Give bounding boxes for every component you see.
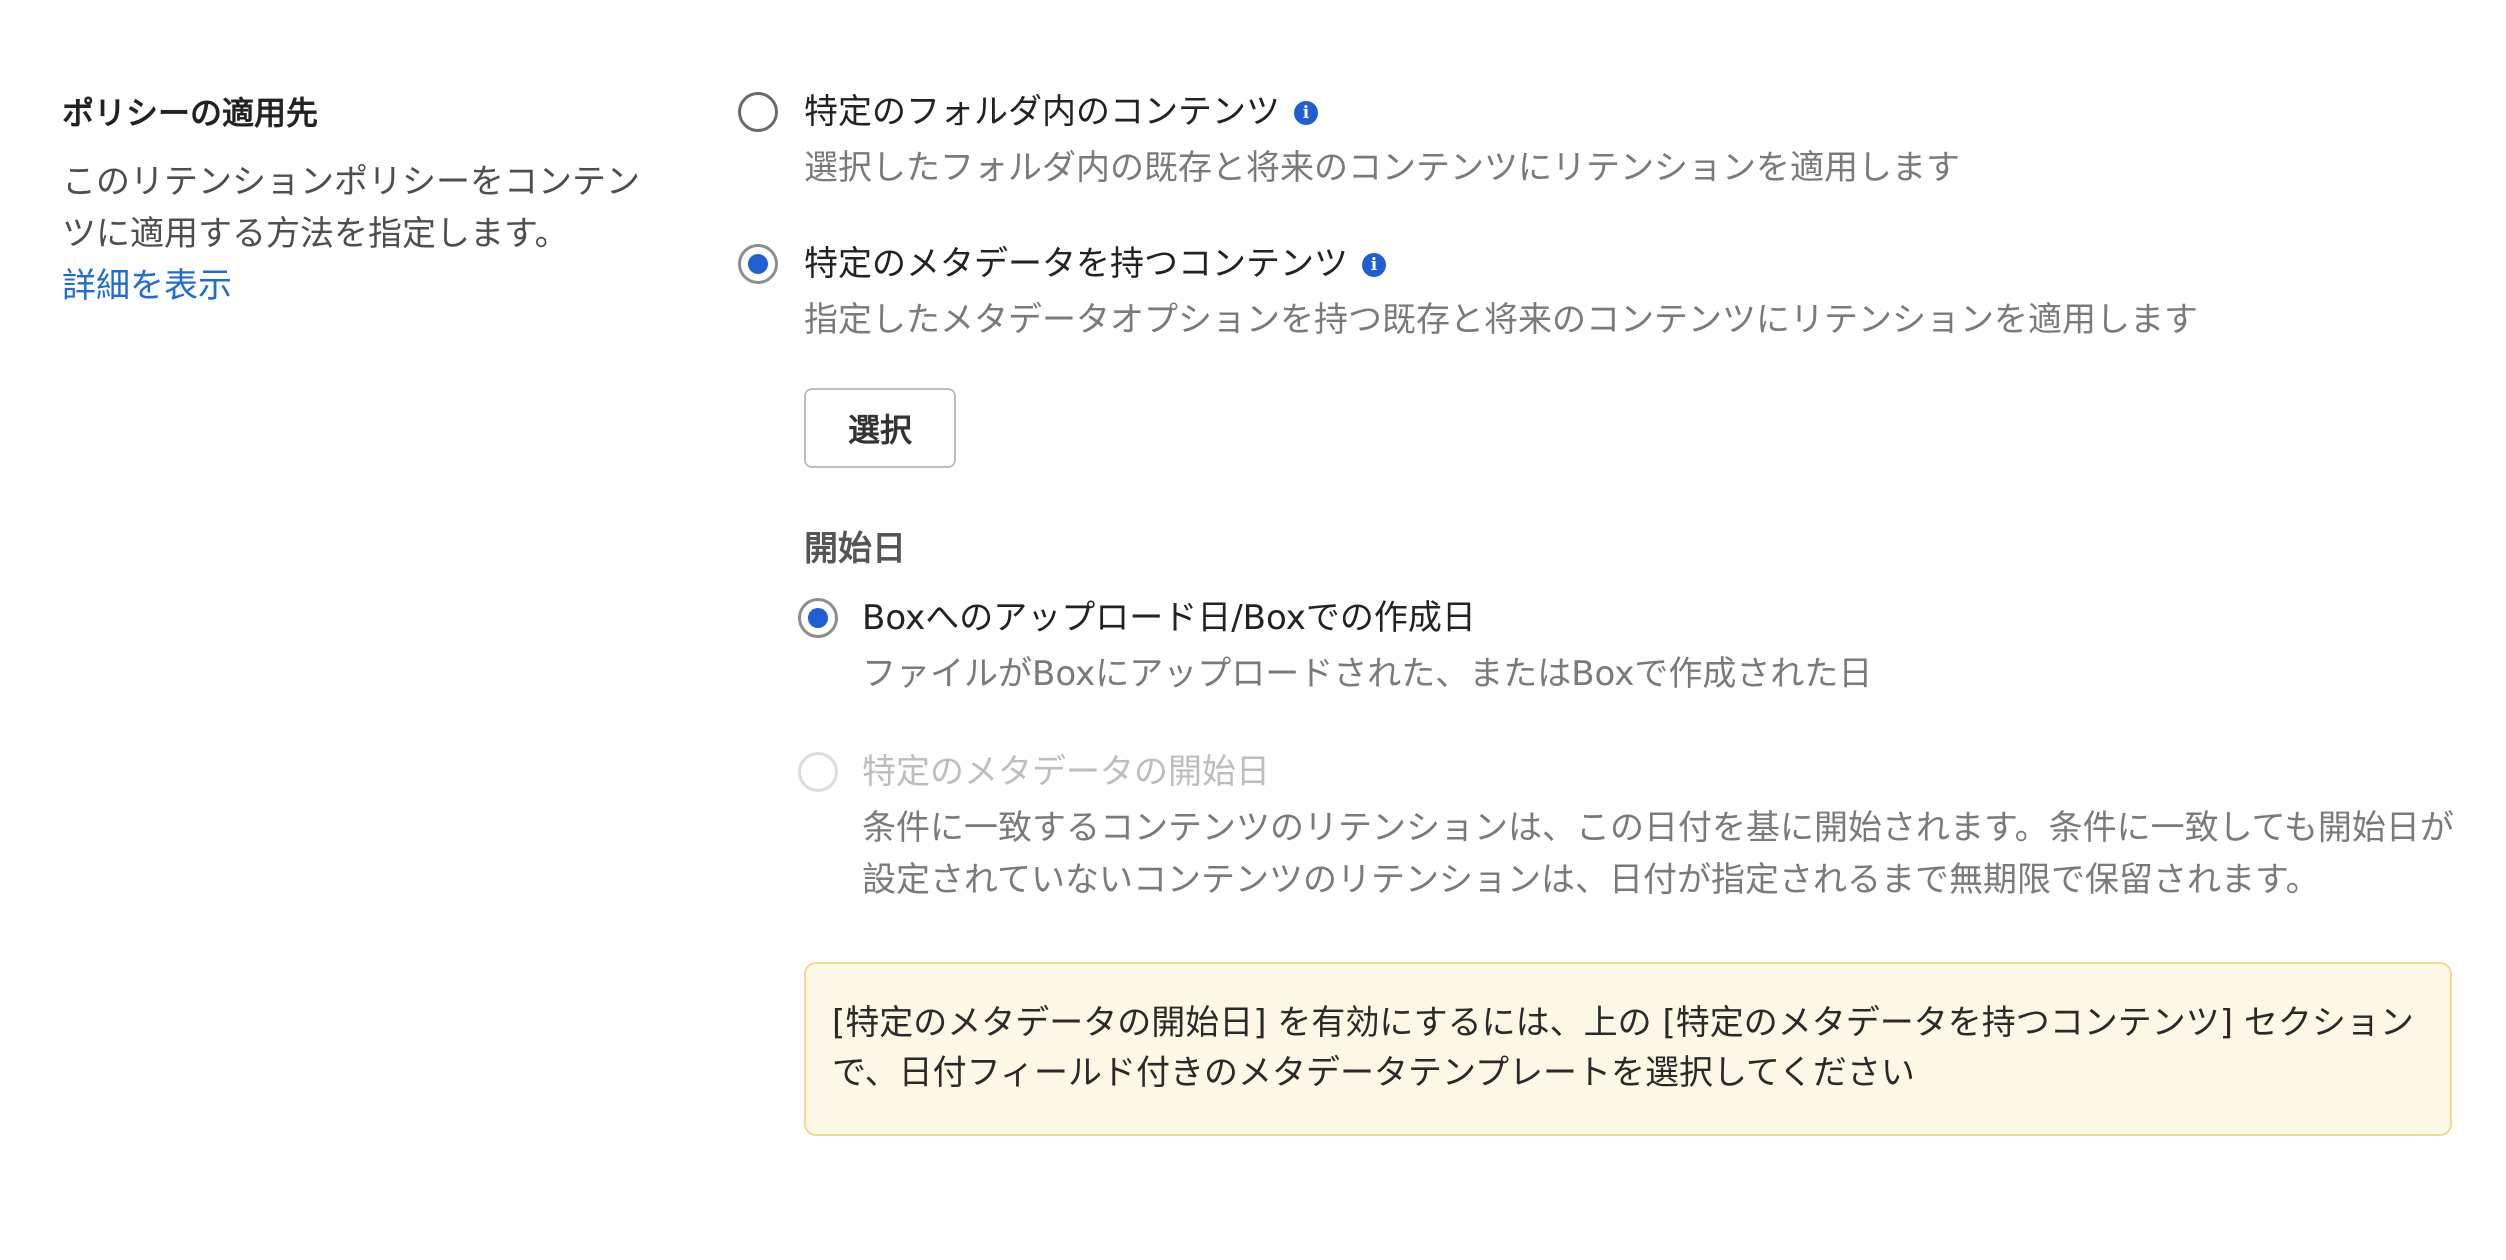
metadata-content-label: 特定のメタデータを持つコンテンツ — [804, 244, 1348, 284]
option-metadata-start-date: 特定のメタデータの開始日 条件に一致するコンテンツのリテンションは、この日付を基… — [798, 746, 2458, 906]
learn-more-link[interactable]: 詳細を表示 — [62, 260, 662, 312]
upload-date-radio[interactable] — [798, 598, 838, 638]
start-date-options: Boxへのアップロード日/Boxでの作成日 ファイルがBoxにアップロードされた… — [798, 592, 2458, 906]
info-icon[interactable]: i — [1362, 253, 1386, 277]
section-title: ポリシーの適用先 — [62, 94, 319, 132]
folder-content-radio[interactable] — [738, 92, 778, 132]
info-icon[interactable]: i — [1294, 101, 1318, 125]
select-button[interactable]: 選択 — [804, 388, 956, 468]
policy-target-options: 特定のフォルダ内のコンテンツ i 選択したフォルダ内の既存と将来のコンテンツにリテ… — [738, 86, 2458, 1136]
folder-content-label: 特定のフォルダ内のコンテンツ — [804, 92, 1280, 132]
option-upload-date[interactable]: Boxへのアップロード日/Boxでの作成日 ファイルがBoxにアップロードされた… — [798, 592, 2458, 700]
metadata-start-date-description: 条件に一致するコンテンツのリテンションは、この日付を基に開始されます。条件に一致… — [862, 808, 2454, 900]
notice-banner: [特定のメタデータの開始日] を有効にするには、上の [特定のメタデータを持つコ… — [804, 962, 2452, 1136]
upload-date-description: ファイルがBoxにアップロードされた、またはBoxで作成された日 — [862, 654, 1873, 694]
section-info: ポリシーの適用先 このリテンションポリシーをコンテンツに適用する方法を指定します… — [62, 90, 662, 312]
upload-date-label: Boxへのアップロード日/Boxでの作成日 — [862, 598, 1476, 638]
metadata-content-description: 指定したメタデータオプションを持つ既存と将来のコンテンツにリテンションを適用しま… — [804, 300, 2198, 340]
section-description: このリテンションポリシーをコンテンツに適用する方法を指定します。 — [62, 162, 640, 254]
start-date-heading: 開始日 — [804, 529, 906, 569]
metadata-start-date-label: 特定のメタデータの開始日 — [862, 752, 1270, 792]
metadata-start-date-radio — [798, 752, 838, 792]
policy-target-section: ポリシーの適用先 このリテンションポリシーをコンテンツに適用する方法を指定します… — [0, 0, 2506, 1260]
metadata-content-radio[interactable] — [738, 244, 778, 284]
folder-content-description: 選択したフォルダ内の既存と将来のコンテンツにリテンションを適用します — [804, 148, 1960, 188]
option-folder-content[interactable]: 特定のフォルダ内のコンテンツ i 選択したフォルダ内の既存と将来のコンテンツにリテ… — [738, 86, 2458, 194]
option-metadata-content[interactable]: 特定のメタデータを持つコンテンツ i 指定したメタデータオプションを持つ既存と将来… — [738, 238, 2458, 346]
